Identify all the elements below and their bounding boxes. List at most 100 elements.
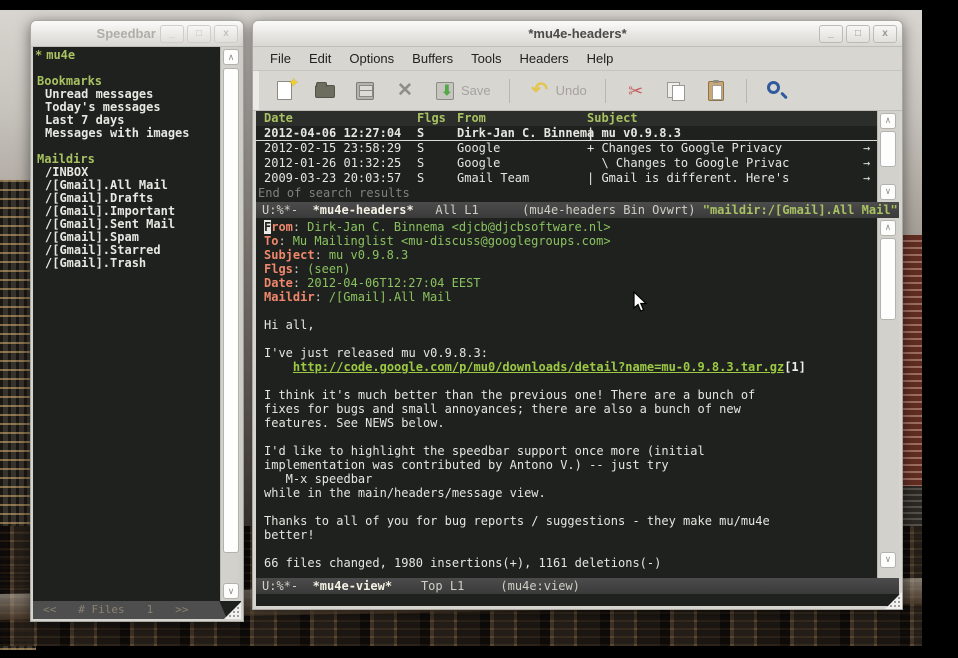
truncation-arrow-icon xyxy=(863,126,875,140)
message-body-intro: Hi all, I've just released mu v0.9.8.3: xyxy=(264,318,873,360)
minimize-button[interactable]: _ xyxy=(160,25,184,43)
menu-tools[interactable]: Tools xyxy=(462,48,510,69)
truncation-arrow-icon: → xyxy=(863,141,875,156)
close-button[interactable]: x xyxy=(214,25,238,43)
emacs-titlebar[interactable]: *mu4e-headers* _ □ x xyxy=(253,21,902,47)
speedbar-resize-grip[interactable] xyxy=(224,602,241,619)
echo-area[interactable] xyxy=(256,594,899,606)
speedbar-item-messages-with-images[interactable]: Messages with images xyxy=(33,127,219,140)
message-body: I think it's much better than the previo… xyxy=(264,388,873,578)
truncation-arrow-icon: → xyxy=(863,156,875,171)
toolbar-separator xyxy=(605,79,606,103)
maximize-button[interactable]: □ xyxy=(187,25,211,43)
emacs-frame: Date Flgs From Subject 2012-04-06 12:27:… xyxy=(256,111,899,606)
new-file-button[interactable]: ✦ xyxy=(267,76,303,106)
field-to: To:Mu Mailinglist <mu-discuss@googlegrou… xyxy=(264,234,873,248)
tool-bar: ✦ ✕ ⬇ Save ↶ Undo ✂ xyxy=(253,71,902,111)
save-disk-icon: ⬇ xyxy=(433,79,457,103)
open-folder-icon xyxy=(313,79,337,103)
modeline-query: "maildir:/[Gmail].All Mail" xyxy=(703,203,898,217)
field-date: Date:2012-04-06T12:27:04 EEST xyxy=(264,276,873,290)
menu-options[interactable]: Options xyxy=(340,48,403,69)
footnote-ref: [1] xyxy=(784,360,806,374)
speedbar-root-mu4e[interactable]: *mu4e xyxy=(33,49,219,62)
mu4e-headers-pane: Date Flgs From Subject 2012-04-06 12:27:… xyxy=(256,111,899,202)
save-label: Save xyxy=(461,83,491,98)
paste-button[interactable] xyxy=(698,76,734,106)
message-row[interactable]: 2012-01-26 01:32:25 S Google \ Changes t… xyxy=(256,156,899,171)
menu-buffers[interactable]: Buffers xyxy=(403,48,462,69)
speedbar-titlebar[interactable]: Speedbar 1.0 _ □ x xyxy=(31,21,243,47)
emacs-window-title: *mu4e-headers* xyxy=(528,26,626,41)
scroll-up-icon[interactable]: ∧ xyxy=(880,113,896,129)
column-flags[interactable]: Flgs xyxy=(417,111,457,126)
speedbar-scrollbar[interactable]: ∧ ∨ xyxy=(220,47,241,601)
speedbar-files-label: # Files xyxy=(78,601,124,619)
headers-column-row: Date Flgs From Subject xyxy=(256,111,899,126)
save-button[interactable]: ⬇ Save xyxy=(427,76,497,106)
speedbar-item-trash[interactable]: /[Gmail].Trash xyxy=(33,257,219,270)
speedbar-prev-button[interactable]: << xyxy=(43,601,56,619)
scissors-icon: ✂ xyxy=(624,79,648,103)
mu4e-headers-modeline: U:%*- *mu4e-headers* All L1 (mu4e-header… xyxy=(256,202,899,218)
menu-file[interactable]: File xyxy=(261,48,300,69)
undo-button[interactable]: ↶ Undo xyxy=(522,76,593,106)
scroll-up-icon[interactable]: ∧ xyxy=(223,49,239,65)
dired-button[interactable] xyxy=(347,76,383,106)
close-x-icon: ✕ xyxy=(393,79,417,103)
headers-scrollbar[interactable]: ∧ ∨ xyxy=(877,111,899,202)
speedbar-window: Speedbar 1.0 _ □ x *mu4e Bookmarks Unrea… xyxy=(30,20,244,622)
speedbar-content: *mu4e Bookmarks Unread messages Today's … xyxy=(33,47,219,601)
undo-label: Undo xyxy=(556,83,587,98)
column-from[interactable]: From xyxy=(457,111,587,126)
emacs-window: *mu4e-headers* _ □ x File Edit Options B… xyxy=(252,20,903,610)
scroll-up-icon[interactable]: ∧ xyxy=(880,220,896,236)
modeline-buffer-name: *mu4e-headers* xyxy=(313,203,414,217)
scroll-down-icon[interactable]: ∨ xyxy=(880,552,896,568)
menu-bar: File Edit Options Buffers Tools Headers … xyxy=(253,47,902,71)
mu4e-view-modeline: U:%*- *mu4e-view* Top L1 (mu4e:view) xyxy=(256,578,899,594)
open-file-button[interactable] xyxy=(307,76,343,106)
field-maildir: Maildir:/[Gmail].All Mail xyxy=(264,290,873,304)
undo-arrow-icon: ↶ xyxy=(528,79,552,103)
cut-button[interactable]: ✂ xyxy=(618,76,654,106)
clipboard-icon xyxy=(704,79,728,103)
download-link[interactable]: http://code.google.com/p/mu0/downloads/d… xyxy=(293,360,784,374)
scroll-down-icon[interactable]: ∨ xyxy=(880,184,896,200)
speedbar-files-count: 1 xyxy=(147,601,154,619)
search-button[interactable] xyxy=(759,76,795,106)
speedbar-scrollbar-thumb[interactable] xyxy=(223,68,239,553)
toolbar-separator xyxy=(509,79,510,103)
view-scrollbar-thumb[interactable] xyxy=(880,238,896,320)
truncation-arrow-icon: → xyxy=(863,171,875,186)
close-buffer-button[interactable]: ✕ xyxy=(387,76,423,106)
toolbar-separator xyxy=(746,79,747,103)
headers-scrollbar-thumb[interactable] xyxy=(880,131,896,167)
magnifier-icon xyxy=(765,79,789,103)
message-row[interactable]: 2012-02-15 23:58:29 S Google + Changes t… xyxy=(256,141,899,156)
message-row[interactable]: 2009-03-23 20:03:57 S Gmail Team | Gmail… xyxy=(256,171,899,186)
scroll-down-icon[interactable]: ∨ xyxy=(223,583,239,599)
message-row-selected[interactable]: 2012-04-06 12:27:04 S Dirk-Jan C. Binnem… xyxy=(256,126,899,141)
menu-edit[interactable]: Edit xyxy=(300,48,340,69)
field-flags: Flgs:(seen) xyxy=(264,262,873,276)
maximize-button[interactable]: □ xyxy=(846,25,870,43)
file-cabinet-icon xyxy=(353,79,377,103)
field-from: From:Dirk-Jan C. Binnema <djcb@djcbsoftw… xyxy=(264,220,873,234)
speedbar-body: *mu4e Bookmarks Unread messages Today's … xyxy=(33,47,241,619)
modeline-buffer-name: *mu4e-view* xyxy=(313,579,392,593)
expand-indicator-icon: * xyxy=(35,48,46,62)
menu-help[interactable]: Help xyxy=(578,48,623,69)
view-scrollbar[interactable]: ∧ ∨ xyxy=(877,218,899,578)
minimize-button[interactable]: _ xyxy=(819,25,843,43)
menu-headers[interactable]: Headers xyxy=(510,48,577,69)
close-button[interactable]: x xyxy=(873,25,897,43)
speedbar-next-button[interactable]: >> xyxy=(175,601,188,619)
copy-button[interactable] xyxy=(658,76,694,106)
mu4e-view-pane: From:Dirk-Jan C. Binnema <djcb@djcbsoftw… xyxy=(256,218,899,578)
column-date[interactable]: Date xyxy=(264,111,417,126)
copy-pages-icon xyxy=(664,79,688,103)
column-subject[interactable]: Subject xyxy=(587,111,875,126)
field-subject: Subject:mu v0.9.8.3 xyxy=(264,248,873,262)
message-link-line: http://code.google.com/p/mu0/downloads/d… xyxy=(264,360,873,374)
